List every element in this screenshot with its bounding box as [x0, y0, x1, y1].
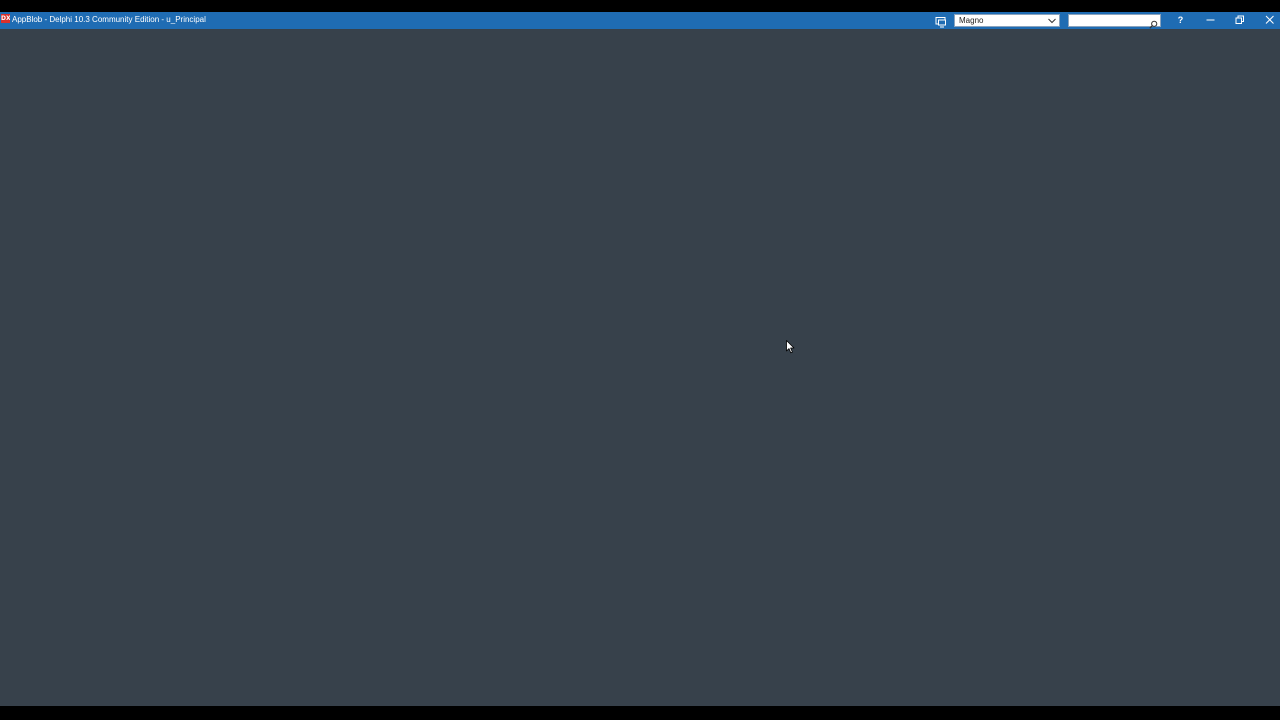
restore-icon	[1235, 15, 1244, 24]
close-icon	[1265, 15, 1274, 24]
screen: DX AppBlob - Delphi 10.3 Community Editi…	[0, 0, 1280, 720]
ide-main-window: DX AppBlob - Delphi 10.3 Community Editi…	[0, 12, 1280, 706]
minimize-icon	[1206, 19, 1215, 21]
minimize-button[interactable]	[1197, 12, 1225, 29]
ide-search-input[interactable]	[1071, 15, 1147, 26]
mouse-pointer-icon	[786, 340, 795, 354]
desktop-layout-select[interactable]: Magno	[954, 14, 1060, 27]
restore-button[interactable]	[1226, 12, 1254, 29]
ide-client-area[interactable]	[0, 29, 1280, 706]
search-icon[interactable]	[1149, 16, 1158, 29]
title-bar[interactable]: DX AppBlob - Delphi 10.3 Community Editi…	[0, 12, 1280, 29]
chevron-down-icon[interactable]	[1048, 17, 1056, 25]
window-title: AppBlob - Delphi 10.3 Community Edition …	[12, 15, 206, 24]
desktop-layout-icon[interactable]	[935, 15, 947, 28]
help-button[interactable]: ?	[1174, 14, 1187, 27]
desktop-layout-value: Magno	[959, 16, 984, 25]
ide-search-box[interactable]	[1068, 14, 1161, 29]
close-button[interactable]	[1256, 12, 1280, 29]
delphi-app-icon: DX	[1, 14, 10, 23]
